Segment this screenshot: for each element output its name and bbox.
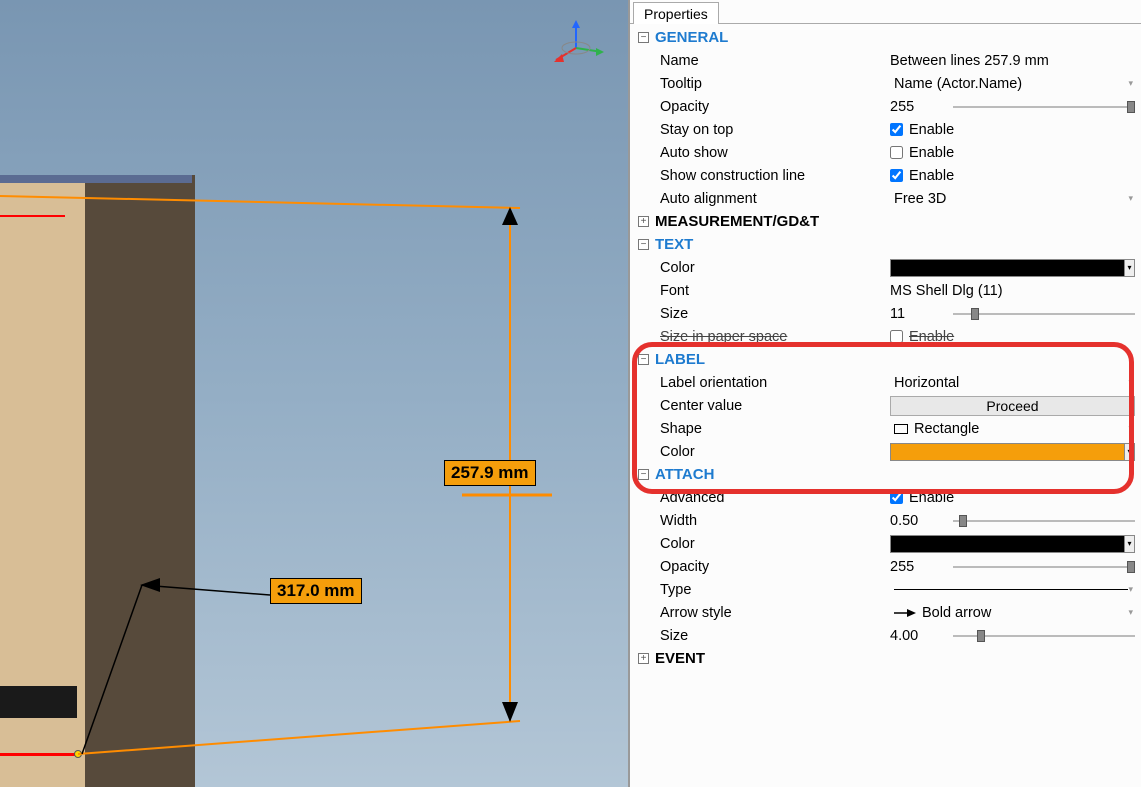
check-sizepaper[interactable]	[890, 330, 903, 343]
toggle-measurement[interactable]: +	[638, 216, 649, 227]
properties-panel: Properties − GENERAL Name Tooltip Name (…	[630, 0, 1141, 787]
value-opacity: 255	[890, 99, 945, 115]
check-showconstr[interactable]	[890, 169, 903, 182]
3d-viewport[interactable]: 257.9 mm 317.0 mm	[0, 0, 630, 787]
check-stayontop[interactable]	[890, 123, 903, 136]
input-name[interactable]	[890, 53, 1135, 69]
dimension-label-1[interactable]: 257.9 mm	[444, 460, 536, 486]
label-shape: Shape	[660, 421, 890, 437]
toggle-general[interactable]: −	[638, 32, 649, 43]
dimension-label-2[interactable]: 317.0 mm	[270, 578, 362, 604]
label-center: Center value	[660, 398, 890, 414]
model-mid-strip	[0, 686, 77, 718]
arrow-icon	[894, 608, 916, 618]
label-advanced: Advanced	[660, 490, 890, 506]
label-stayontop: Stay on top	[660, 122, 890, 138]
slider-opacity[interactable]	[953, 99, 1135, 115]
edge-highlight-top	[0, 215, 65, 217]
section-text: TEXT	[655, 236, 693, 253]
label-autoalign: Auto alignment	[660, 191, 890, 207]
value-width: 0.50	[890, 513, 945, 529]
dropdown-autoalign[interactable]: Free 3D▾	[890, 189, 1135, 209]
label-attach-size: Size	[660, 628, 890, 644]
rectangle-icon	[894, 424, 908, 434]
label-label-color: Color	[660, 444, 890, 460]
label-arrowstyle: Arrow style	[660, 605, 890, 621]
label-showconstr: Show construction line	[660, 168, 890, 184]
label-type: Type	[660, 582, 890, 598]
slider-width[interactable]	[953, 513, 1135, 529]
model-top-edge	[0, 175, 192, 183]
label-text-color: Color	[660, 260, 890, 276]
value-text-size: 11	[890, 306, 945, 322]
view-axis-gizmo[interactable]	[546, 18, 606, 68]
edge-highlight-bottom	[0, 753, 77, 756]
tab-bar: Properties	[630, 0, 1141, 24]
label-tooltip: Tooltip	[660, 76, 890, 92]
toggle-label[interactable]: −	[638, 354, 649, 365]
swatch-label-color[interactable]: ▾	[890, 443, 1135, 461]
swatch-attach-color[interactable]: ▾	[890, 535, 1135, 553]
edge-point	[74, 750, 82, 758]
toggle-text[interactable]: −	[638, 239, 649, 250]
label-text-size: Size	[660, 306, 890, 322]
slider-attach-opacity[interactable]	[953, 559, 1135, 575]
check-advanced[interactable]	[890, 491, 903, 504]
dropdown-tooltip[interactable]: Name (Actor.Name)▾	[890, 74, 1135, 94]
section-label: LABEL	[655, 351, 705, 368]
label-width: Width	[660, 513, 890, 529]
section-attach: ATTACH	[655, 466, 714, 483]
dropdown-label-orient[interactable]: Horizontal▾	[890, 373, 1135, 393]
label-attach-opacity: Opacity	[660, 559, 890, 575]
label-attach-color: Color	[660, 536, 890, 552]
value-attach-opacity: 255	[890, 559, 945, 575]
label-autoshow: Auto show	[660, 145, 890, 161]
section-measurement: MEASUREMENT/GD&T	[655, 213, 819, 230]
value-attach-size: 4.00	[890, 628, 945, 644]
section-general: GENERAL	[655, 29, 728, 46]
slider-attach-size[interactable]	[953, 628, 1135, 644]
section-event: EVENT	[655, 650, 705, 667]
toggle-attach[interactable]: −	[638, 469, 649, 480]
dropdown-line-type[interactable]: ▾	[890, 580, 1135, 600]
value-font[interactable]: MS Shell Dlg (11)	[890, 283, 1003, 299]
dropdown-arrowstyle[interactable]: Bold arrow▾	[890, 603, 1135, 623]
button-center-proceed[interactable]: Proceed	[890, 396, 1135, 416]
label-font: Font	[660, 283, 890, 299]
check-autoshow[interactable]	[890, 146, 903, 159]
dropdown-shape[interactable]: Rectangle▾	[890, 419, 1135, 439]
toggle-event[interactable]: +	[638, 653, 649, 664]
label-orient: Label orientation	[660, 375, 890, 391]
slider-text-size[interactable]	[953, 306, 1135, 322]
label-sizepaper: Size in paper space	[660, 329, 890, 345]
swatch-text-color[interactable]: ▾	[890, 259, 1135, 277]
tab-properties[interactable]: Properties	[633, 2, 719, 24]
label-name: Name	[660, 53, 890, 69]
label-opacity: Opacity	[660, 99, 890, 115]
